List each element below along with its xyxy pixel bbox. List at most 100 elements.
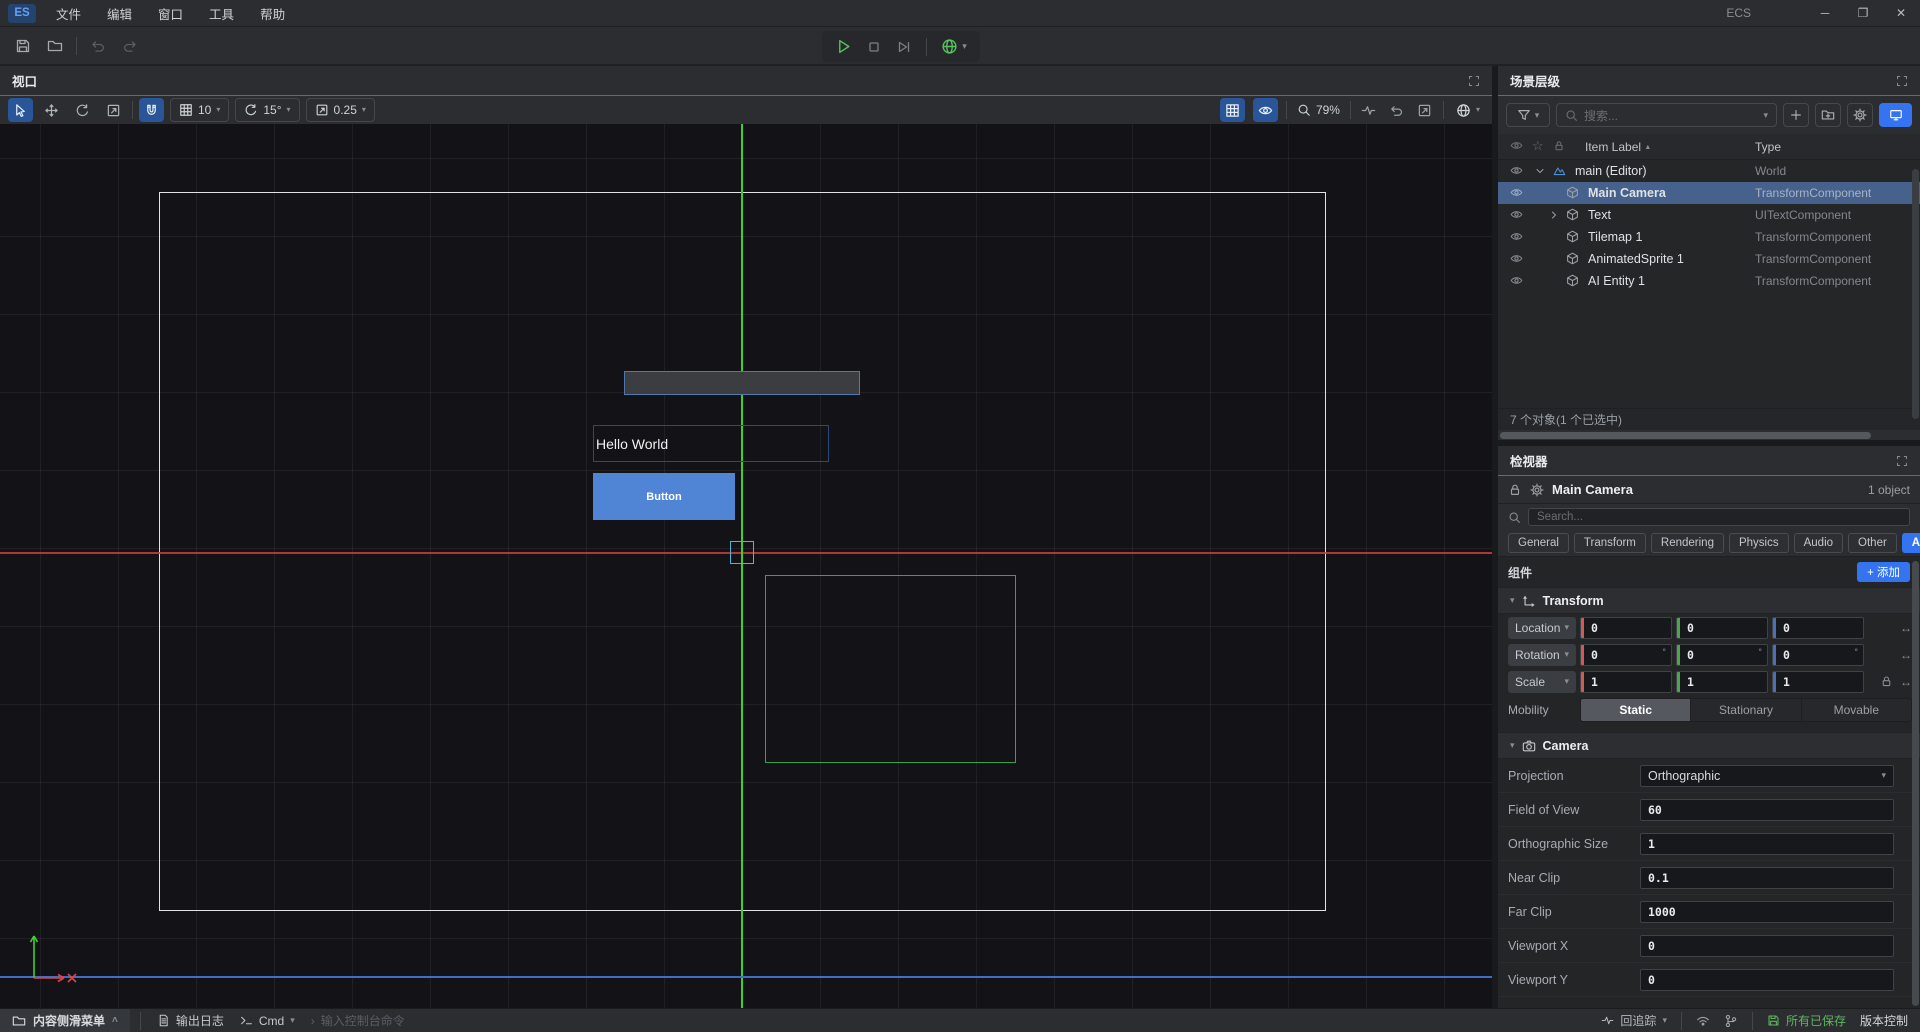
location-y-field[interactable]: 0 — [1676, 617, 1768, 639]
eye-icon[interactable] — [1510, 164, 1523, 177]
ui-button-element[interactable]: Button — [593, 473, 735, 520]
run-target-dropdown[interactable]: ▾ — [941, 38, 967, 55]
scrollbar-thumb[interactable] — [1500, 432, 1871, 439]
mobility-static[interactable]: Static — [1581, 699, 1691, 721]
scale-z-field[interactable]: 1 — [1772, 671, 1864, 693]
object-settings-icon[interactable] — [1530, 483, 1544, 497]
redo-button[interactable] — [119, 35, 141, 57]
stop-button[interactable] — [866, 39, 882, 55]
eye-icon[interactable] — [1510, 230, 1523, 243]
content-drawer-button[interactable]: 内容侧滑菜单 ˄ — [0, 1009, 130, 1032]
uniform-scale-lock-icon[interactable] — [1880, 675, 1893, 688]
hierarchy-expand-icon[interactable] — [1896, 75, 1908, 87]
location-z-field[interactable]: 0 — [1772, 617, 1864, 639]
inspector-vertical-scrollbar[interactable] — [1912, 561, 1919, 1006]
fullscreen-icon[interactable] — [1415, 99, 1435, 121]
far-clip-input[interactable]: 1000 — [1640, 901, 1894, 923]
move-tool-button[interactable] — [39, 98, 64, 122]
rotation-dropdown[interactable]: Rotation▾ — [1508, 644, 1576, 666]
rotation-z-field[interactable]: 0° — [1772, 644, 1864, 666]
link-axes-icon[interactable]: ↔ — [1900, 675, 1912, 689]
item-label-column[interactable]: Item Label ▲ — [1585, 140, 1651, 154]
camera-selection-gizmo[interactable] — [730, 541, 754, 564]
select-tool-button[interactable] — [8, 98, 33, 122]
network-status-icon[interactable] — [1696, 1014, 1710, 1028]
visibility-column-icon[interactable] — [1510, 139, 1523, 152]
ui-text-element[interactable]: Hello World — [593, 425, 829, 462]
grid-visibility-button[interactable] — [1220, 98, 1245, 122]
chevron-right-icon[interactable] — [1548, 209, 1560, 221]
hierarchy-horizontal-scrollbar[interactable] — [1498, 430, 1920, 440]
grid-snap-dropdown[interactable]: 10▾ — [170, 98, 229, 122]
hierarchy-search-input[interactable]: 搜索...▾ — [1556, 103, 1777, 127]
hierarchy-settings-button[interactable] — [1847, 103, 1873, 127]
menu-edit[interactable]: 编辑 — [107, 4, 132, 23]
tree-row-text[interactable]: Text UITextComponent — [1498, 204, 1920, 226]
save-button[interactable] — [12, 35, 34, 57]
tree-row-main-camera[interactable]: Main Camera TransformComponent — [1498, 182, 1920, 204]
eye-icon[interactable] — [1510, 252, 1523, 265]
viewport-expand-icon[interactable] — [1468, 75, 1480, 87]
type-column[interactable]: Type — [1755, 140, 1781, 154]
stats-icon[interactable] — [1359, 99, 1379, 121]
mobility-movable[interactable]: Movable — [1802, 699, 1911, 721]
mobility-stationary[interactable]: Stationary — [1691, 699, 1801, 721]
rotate-tool-button[interactable] — [70, 98, 95, 122]
output-log-button[interactable]: 输出日志 — [157, 1012, 224, 1029]
version-control-button[interactable]: 版本控制 — [1860, 1012, 1908, 1029]
inspector-expand-icon[interactable] — [1896, 455, 1908, 467]
tab-physics[interactable]: Physics — [1729, 533, 1789, 553]
scale-y-field[interactable]: 1 — [1676, 671, 1768, 693]
orthographic-size-input[interactable]: 1 — [1640, 833, 1894, 855]
scale-dropdown[interactable]: Scale▾ — [1508, 671, 1576, 693]
lock-icon[interactable] — [1508, 483, 1522, 497]
eye-icon[interactable] — [1510, 208, 1523, 221]
tab-other[interactable]: Other — [1848, 533, 1897, 553]
location-dropdown[interactable]: Location▾ — [1508, 617, 1576, 639]
menu-file[interactable]: 文件 — [56, 4, 81, 23]
menu-help[interactable]: 帮助 — [260, 4, 285, 23]
location-x-field[interactable]: 0 — [1580, 617, 1672, 639]
field-of-view-input[interactable]: 60 — [1640, 799, 1894, 821]
tab-all[interactable]: All — [1902, 533, 1920, 553]
rotation-x-field[interactable]: 0° — [1580, 644, 1672, 666]
projection-dropdown[interactable]: Orthographic▾ — [1640, 765, 1894, 787]
zoom-level[interactable]: 79% — [1295, 98, 1342, 122]
visibility-button[interactable] — [1253, 98, 1278, 122]
link-axes-icon[interactable]: ↔ — [1900, 648, 1912, 662]
scale-x-field[interactable]: 1 — [1580, 671, 1672, 693]
ui-slider-element[interactable] — [624, 371, 860, 395]
transform-section-header[interactable]: ▾ Transform — [1498, 587, 1920, 614]
add-component-button[interactable]: + 添加 — [1857, 562, 1910, 582]
world-view-dropdown[interactable]: ▾ — [1452, 98, 1484, 122]
lock-column-icon[interactable] — [1553, 140, 1565, 152]
console-command-input[interactable]: ›输入控制台命令 — [311, 1012, 405, 1029]
viewport-x-input[interactable]: 0 — [1640, 935, 1894, 957]
rotation-y-field[interactable]: 0° — [1676, 644, 1768, 666]
rotate-snap-dropdown[interactable]: 15°▾ — [235, 98, 299, 122]
link-axes-icon[interactable]: ↔ — [1900, 621, 1912, 635]
minimize-button[interactable]: ─ — [1806, 0, 1844, 26]
menu-tools[interactable]: 工具 — [209, 4, 234, 23]
tab-general[interactable]: General — [1508, 533, 1569, 553]
tab-audio[interactable]: Audio — [1794, 533, 1843, 553]
branch-icon[interactable] — [1724, 1014, 1738, 1028]
tree-row-ai-entity[interactable]: AI Entity 1 TransformComponent — [1498, 270, 1920, 292]
tree-row-main[interactable]: main (Editor) World — [1498, 160, 1920, 182]
step-button[interactable] — [896, 39, 912, 55]
inspector-search-input[interactable]: Search... — [1528, 508, 1910, 526]
favorite-column-icon[interactable]: ☆ — [1532, 139, 1544, 152]
backtrace-dropdown[interactable]: 回追踪▾ — [1601, 1012, 1667, 1029]
tab-transform[interactable]: Transform — [1574, 533, 1646, 553]
camera-section-header[interactable]: ▾ Camera — [1498, 732, 1920, 759]
tree-row-animatedsprite[interactable]: AnimatedSprite 1 TransformComponent — [1498, 248, 1920, 270]
tree-row-tilemap[interactable]: Tilemap 1 TransformComponent — [1498, 226, 1920, 248]
scale-tool-button[interactable] — [101, 98, 126, 122]
reset-view-icon[interactable] — [1387, 99, 1407, 121]
eye-icon[interactable] — [1510, 186, 1523, 199]
menu-window[interactable]: 窗口 — [158, 4, 183, 23]
near-clip-input[interactable]: 0.1 — [1640, 867, 1894, 889]
scale-snap-dropdown[interactable]: 0.25▾ — [306, 98, 375, 122]
snap-toggle-button[interactable] — [139, 98, 164, 122]
close-button[interactable]: ✕ — [1882, 0, 1920, 26]
